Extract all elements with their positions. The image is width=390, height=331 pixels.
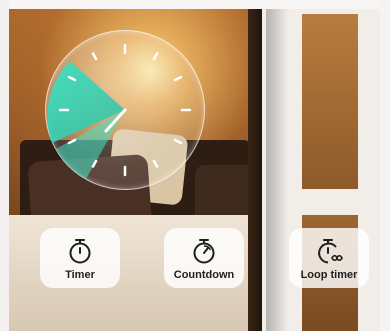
clock-face: [45, 30, 205, 190]
door-shadow: [266, 9, 288, 331]
frame-right: [380, 0, 390, 331]
loop-timer-icon: [318, 239, 343, 264]
countdown-label: Countdown: [173, 269, 235, 281]
loop-timer-label: Loop timer: [300, 269, 358, 281]
countdown-button[interactable]: Countdown: [164, 228, 244, 288]
door-pane-top: [302, 14, 358, 189]
door-edge: [248, 9, 262, 331]
frame-left: [0, 0, 9, 331]
loop-timer-button[interactable]: Loop timer: [289, 228, 369, 288]
elapsed-wedge: [47, 61, 125, 143]
countdown-icon: [193, 239, 215, 264]
frame-top: [0, 0, 390, 9]
timer-label: Timer: [65, 269, 95, 281]
timer-icon: [69, 239, 91, 264]
timer-button[interactable]: Timer: [40, 228, 120, 288]
clock-graphic: [47, 43, 192, 179]
